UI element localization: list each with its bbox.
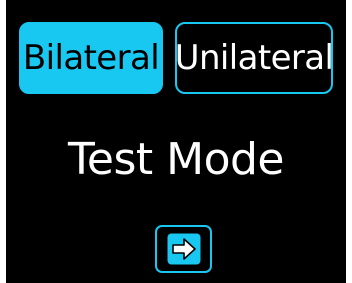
unilateral-mode-label: Unilateral (174, 38, 334, 78)
device-screen: Bilateral Unilateral Test Mode (6, 0, 346, 283)
page-title: Test Mode (67, 134, 285, 185)
unilateral-mode-button[interactable]: Unilateral (174, 22, 334, 94)
arrow-right-icon (167, 233, 200, 265)
next-button[interactable] (155, 225, 212, 273)
bilateral-mode-button[interactable]: Bilateral (19, 22, 163, 94)
bilateral-mode-label: Bilateral (22, 38, 160, 78)
